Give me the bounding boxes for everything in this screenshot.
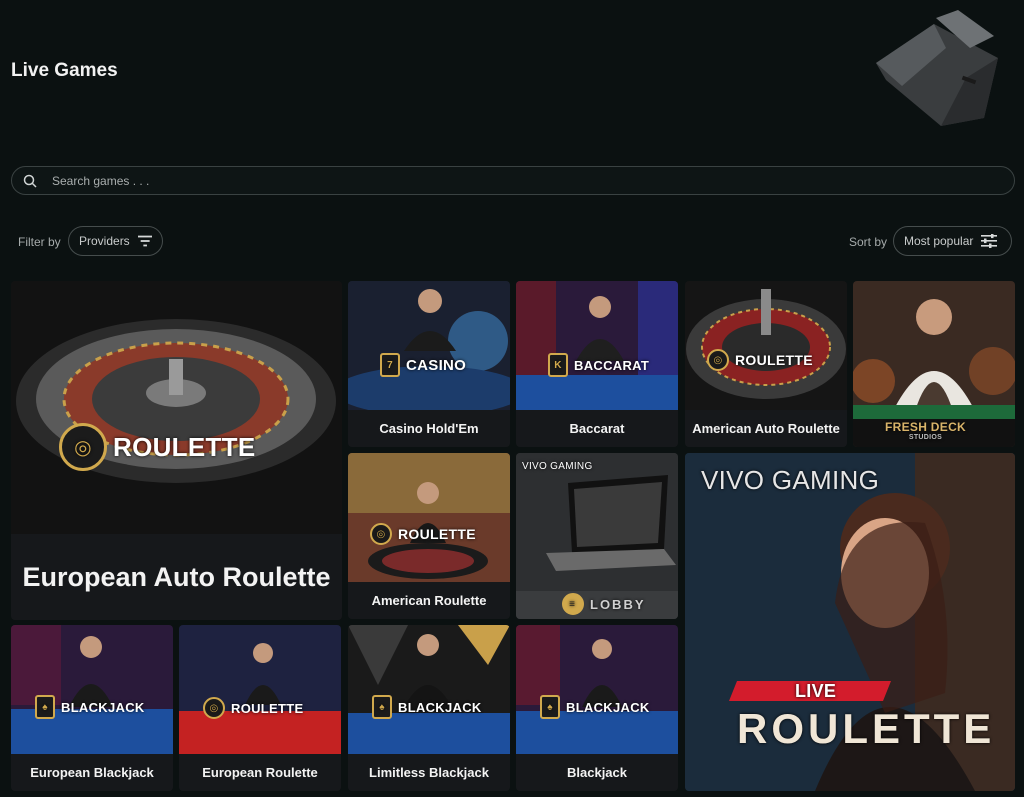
roulette-icon: ◎ <box>203 697 225 719</box>
roulette-icon: ◎ <box>59 423 107 471</box>
search-bar[interactable] <box>11 166 1015 195</box>
game-card-blackjack[interactable]: ♠ BLACKJACK Blackjack <box>516 625 678 791</box>
blackjack-icon: ♠ <box>540 695 560 719</box>
sort-dropdown[interactable]: Most popular <box>893 226 1012 256</box>
game-title: European Roulette <box>179 754 341 791</box>
tuxedo-illustration <box>876 10 998 126</box>
roulette-badge: ◎ ROULETTE <box>59 423 256 471</box>
roulette-badge: ◎ ROULETTE <box>370 523 476 545</box>
badge-text: BLACKJACK <box>61 699 145 715</box>
logo-text: VIVO GAMING <box>522 461 593 472</box>
game-title: Blackjack <box>516 754 678 791</box>
game-title: American Roulette <box>348 582 510 619</box>
game-card-limitless-blackjack[interactable]: ♠ BLACKJACK Limitless Blackjack <box>348 625 510 791</box>
dealer-art <box>179 625 341 754</box>
game-title: Baccarat <box>516 410 678 447</box>
lobby-badge: ≡ LOBBY <box>562 593 646 615</box>
roulette-badge: ◎ ROULETTE <box>707 349 813 371</box>
blackjack-icon: ♠ <box>372 695 392 719</box>
game-card-baccarat[interactable]: K BACCARAT Baccarat <box>516 281 678 447</box>
roulette-wheel-art <box>11 281 342 534</box>
roulette-title-art: ROULETTE <box>737 705 995 753</box>
filter-icon <box>137 235 152 247</box>
filter-label: Filter by <box>18 235 61 249</box>
casino-badge: 7 CASINO <box>380 353 466 377</box>
lobby-icon: ≡ <box>562 593 584 615</box>
baccarat-badge: K BACCARAT <box>548 353 649 377</box>
page-title: Live Games <box>11 60 118 81</box>
live-tag: LIVE <box>795 681 836 702</box>
badge-text: ROULETTE <box>231 700 304 716</box>
badge-text: BLACKJACK <box>398 699 482 715</box>
roulette-icon: ◎ <box>370 523 392 545</box>
sliders-icon <box>981 234 998 248</box>
providers-filter-button[interactable]: Providers <box>68 226 163 256</box>
dealer-art <box>348 453 510 582</box>
slot-icon: 7 <box>380 353 400 377</box>
sort-value: Most popular <box>904 234 974 248</box>
dealer-art <box>348 281 510 410</box>
game-card-casino-holdem[interactable]: 7 CASINO Casino Hold'Em <box>348 281 510 447</box>
fresh-deck-logo: FRESH DECK STUDIOS <box>885 420 966 441</box>
badge-text: ROULETTE <box>735 352 813 368</box>
badge-sub: STUDIOS <box>908 434 943 441</box>
dealer-art <box>516 625 678 754</box>
game-card-european-blackjack[interactable]: ♠ BLACKJACK European Blackjack <box>11 625 173 791</box>
search-icon <box>23 174 37 188</box>
search-input[interactable] <box>52 173 1014 188</box>
blackjack-badge: ♠ BLACKJACK <box>372 695 482 719</box>
badge-text: ROULETTE <box>737 705 996 752</box>
roulette-icon: ◎ <box>707 349 729 371</box>
badge-text: BACCARAT <box>574 357 650 373</box>
badge-text: FRESH DECK <box>885 420 967 434</box>
blackjack-badge: ♠ BLACKJACK <box>35 695 145 719</box>
game-title: Casino Hold'Em <box>348 410 510 447</box>
badge-text: LOBBY <box>590 596 646 612</box>
logo-text: VIVO GAMING <box>701 465 880 495</box>
badge-text: BLACKJACK <box>566 699 650 715</box>
game-title: American Auto Roulette <box>685 410 847 447</box>
badge-text: CASINO <box>406 356 467 374</box>
game-title: European Blackjack <box>11 754 173 791</box>
roulette-wheel-art <box>685 281 847 410</box>
dealer-art <box>516 281 678 410</box>
game-card-european-auto-roulette[interactable]: ◎ ROULETTE European Auto Roulette <box>11 281 342 620</box>
game-card-american-auto-roulette[interactable]: ◎ ROULETTE American Auto Roulette <box>685 281 847 447</box>
vivo-gaming-logo: VIVO GAMING <box>522 461 593 472</box>
filter-sort-row: Filter by Providers Sort by Most popular <box>0 226 1024 256</box>
game-card-vivo-lobby[interactable]: VIVO GAMING ≡ LOBBY <box>516 453 678 619</box>
badge-text: ROULETTE <box>113 431 256 462</box>
game-card-american-roulette[interactable]: ◎ ROULETTE American Roulette <box>348 453 510 619</box>
live-text: LIVE <box>795 681 837 701</box>
game-card-vivo-live-roulette[interactable]: VIVO GAMING LIVE ROULETTE <box>685 453 1015 791</box>
badge-text: ROULETTE <box>398 526 476 542</box>
game-card-fresh-deck[interactable]: FRESH DECK STUDIOS <box>853 281 1015 447</box>
game-title: European Auto Roulette <box>11 534 342 620</box>
roulette-badge: ◎ ROULETTE <box>203 697 303 719</box>
blackjack-badge: ♠ BLACKJACK <box>540 695 650 719</box>
dealer-art <box>348 625 510 754</box>
dealer-art <box>11 625 173 754</box>
vivo-gaming-logo: VIVO GAMING <box>701 465 879 496</box>
game-card-european-roulette[interactable]: ◎ ROULETTE European Roulette <box>179 625 341 791</box>
providers-filter-label: Providers <box>79 234 130 248</box>
blackjack-icon: ♠ <box>35 695 55 719</box>
cards-icon: K <box>548 353 568 377</box>
sort-label: Sort by <box>849 235 888 249</box>
game-title: Limitless Blackjack <box>348 754 510 791</box>
